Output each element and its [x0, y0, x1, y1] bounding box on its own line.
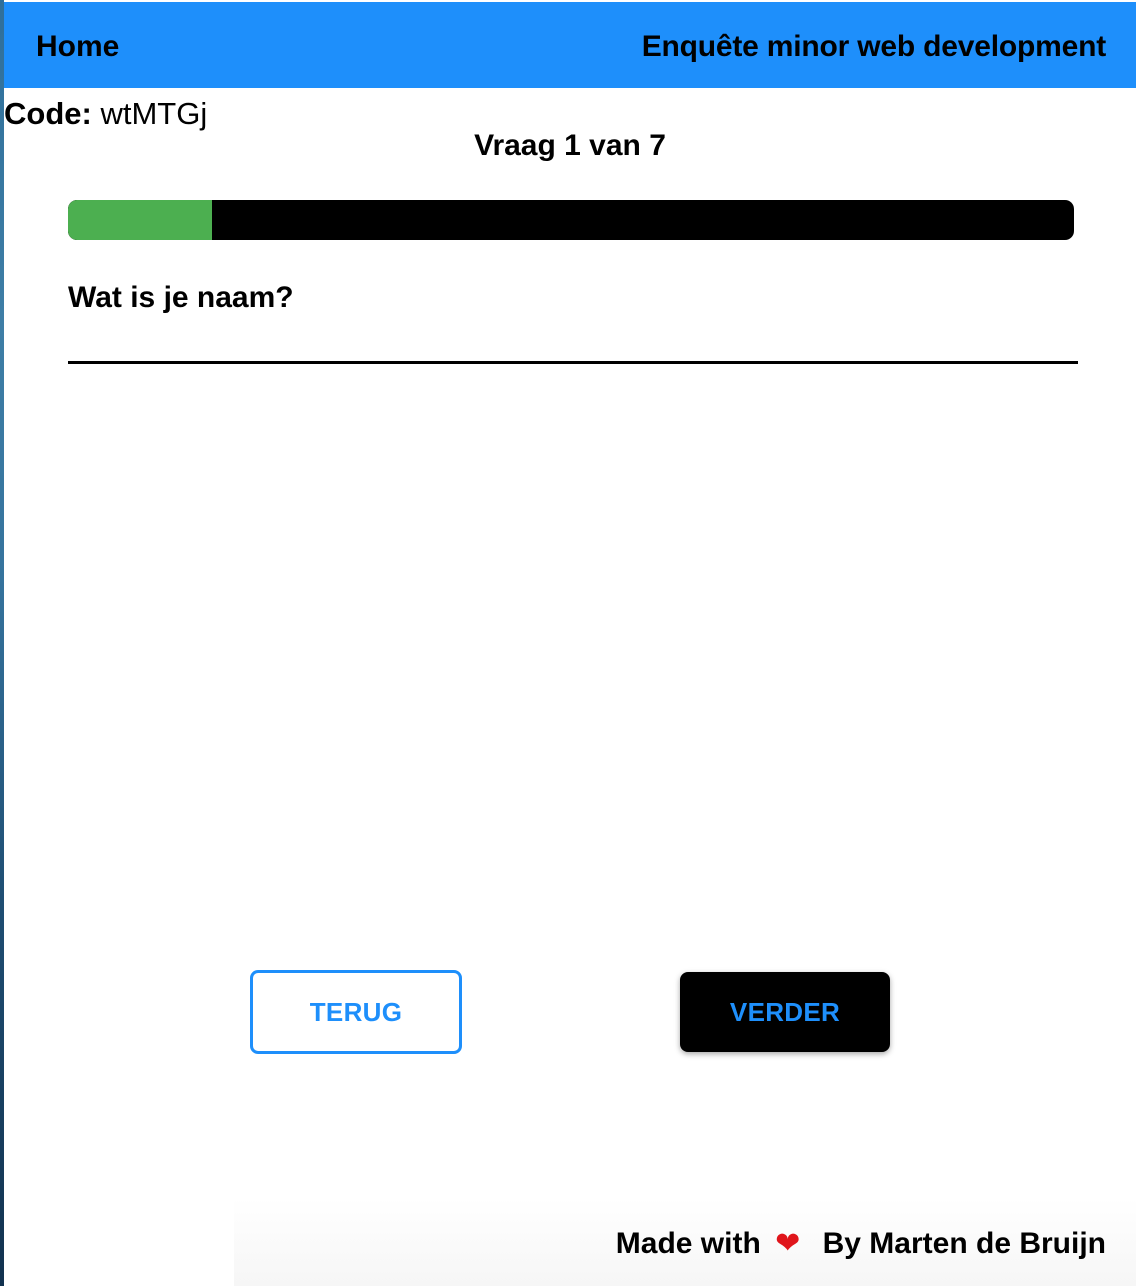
question-label: Wat is je naam?	[68, 281, 294, 314]
top-navigation-bar: Home Enquête minor web development	[4, 2, 1136, 88]
progress-bar-fill	[68, 200, 212, 240]
question-counter: Vraag 1 van 7	[474, 129, 666, 162]
survey-page: Home Enquête minor web development Code:…	[4, 2, 1136, 1286]
footer-author: By Marten de Bruijn	[822, 1227, 1106, 1260]
footer-made-with: Made with	[615, 1227, 761, 1260]
browser-viewport: Home Enquête minor web development Code:…	[0, 0, 1136, 1286]
back-button[interactable]: TERUG	[250, 970, 462, 1054]
site-title: Enquête minor web development	[641, 30, 1106, 63]
home-link[interactable]: Home	[36, 27, 119, 67]
progress-bar	[68, 200, 1074, 240]
footer-credit: Made with ❤ By Marten de Bruijn	[616, 1224, 1106, 1264]
name-answer-input[interactable]	[68, 320, 1078, 364]
heart-icon: ❤	[775, 1226, 801, 1261]
next-button[interactable]: VERDER	[680, 972, 890, 1052]
